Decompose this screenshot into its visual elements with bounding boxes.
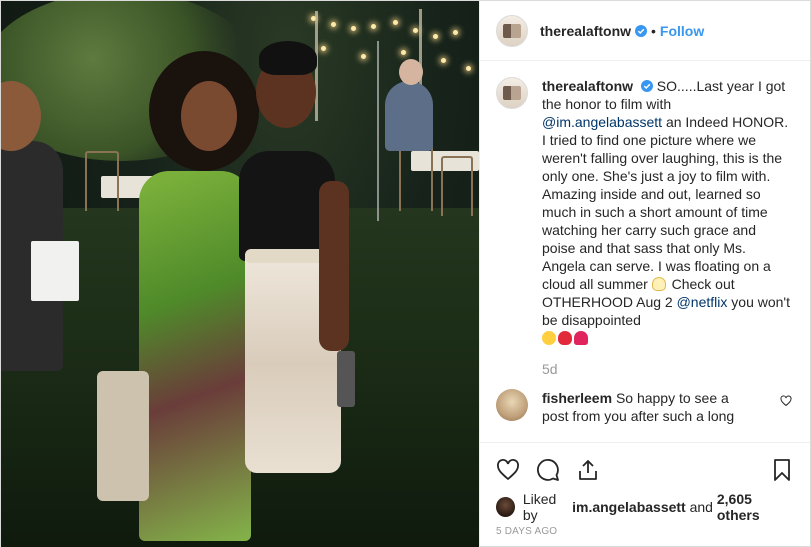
mention-link[interactable]: @netflix <box>677 294 728 310</box>
heart-emoji <box>574 331 588 345</box>
caption-age[interactable]: 5d <box>542 361 794 377</box>
author-avatar[interactable] <box>496 14 528 47</box>
post-details: therealaftonw • Follow therealaftonw SO.… <box>479 1 810 547</box>
save-icon[interactable] <box>770 458 794 482</box>
cloud-emoji <box>651 277 666 291</box>
comment-icon[interactable] <box>536 458 560 482</box>
string-lights <box>301 6 479 86</box>
grin-emoji <box>542 331 556 345</box>
commenter-avatar[interactable] <box>496 389 528 421</box>
follow-button[interactable]: Follow <box>660 23 704 39</box>
commenter-username[interactable]: fisherleem <box>542 390 612 406</box>
woman-green-dress <box>139 171 251 541</box>
tote-bag <box>97 371 149 501</box>
post-header: therealaftonw • Follow <box>480 1 810 61</box>
comment-text: fisherleem So happy to see a post from y… <box>542 389 752 425</box>
like-comment-icon[interactable] <box>780 395 792 407</box>
boom-pole <box>377 41 379 221</box>
clutch <box>337 351 355 407</box>
verified-icon <box>635 24 648 37</box>
likes-summary: Liked by im.angelabassett and 2,605 othe… <box>480 491 810 523</box>
share-icon[interactable] <box>576 458 600 482</box>
background-man <box>385 81 433 151</box>
caption-author-avatar[interactable] <box>496 77 528 109</box>
liker-username[interactable]: im.angelabassett <box>572 499 686 515</box>
liker-avatar[interactable] <box>496 497 515 517</box>
verified-icon <box>640 80 653 92</box>
post-photo[interactable] <box>1 1 479 547</box>
like-icon[interactable] <box>496 458 520 482</box>
separator-dot: • <box>651 22 656 39</box>
comments-section: therealaftonw SO.....Last year I got the… <box>480 61 810 442</box>
chair <box>441 156 473 216</box>
post-date[interactable]: 5 DAYS AGO <box>480 518 810 547</box>
chair <box>399 141 433 211</box>
caption-author[interactable]: therealaftonw <box>542 78 633 94</box>
likes-middle: and <box>685 499 717 515</box>
mention-link[interactable]: @im.angelabassett <box>542 114 662 130</box>
post-modal: therealaftonw • Follow therealaftonw SO.… <box>0 0 811 547</box>
caption: therealaftonw SO.....Last year I got the… <box>496 77 794 347</box>
comment-item: fisherleem So happy to see a post from y… <box>496 389 794 425</box>
chair <box>85 151 119 211</box>
action-bar <box>480 442 810 496</box>
caption-part-2: an Indeed HONOR. I tried to find one pic… <box>542 114 789 292</box>
author-username[interactable]: therealaftonw <box>540 23 631 39</box>
paper-sign <box>31 241 79 301</box>
lips-emoji <box>558 331 572 345</box>
caption-text: therealaftonw SO.....Last year I got the… <box>542 77 792 347</box>
